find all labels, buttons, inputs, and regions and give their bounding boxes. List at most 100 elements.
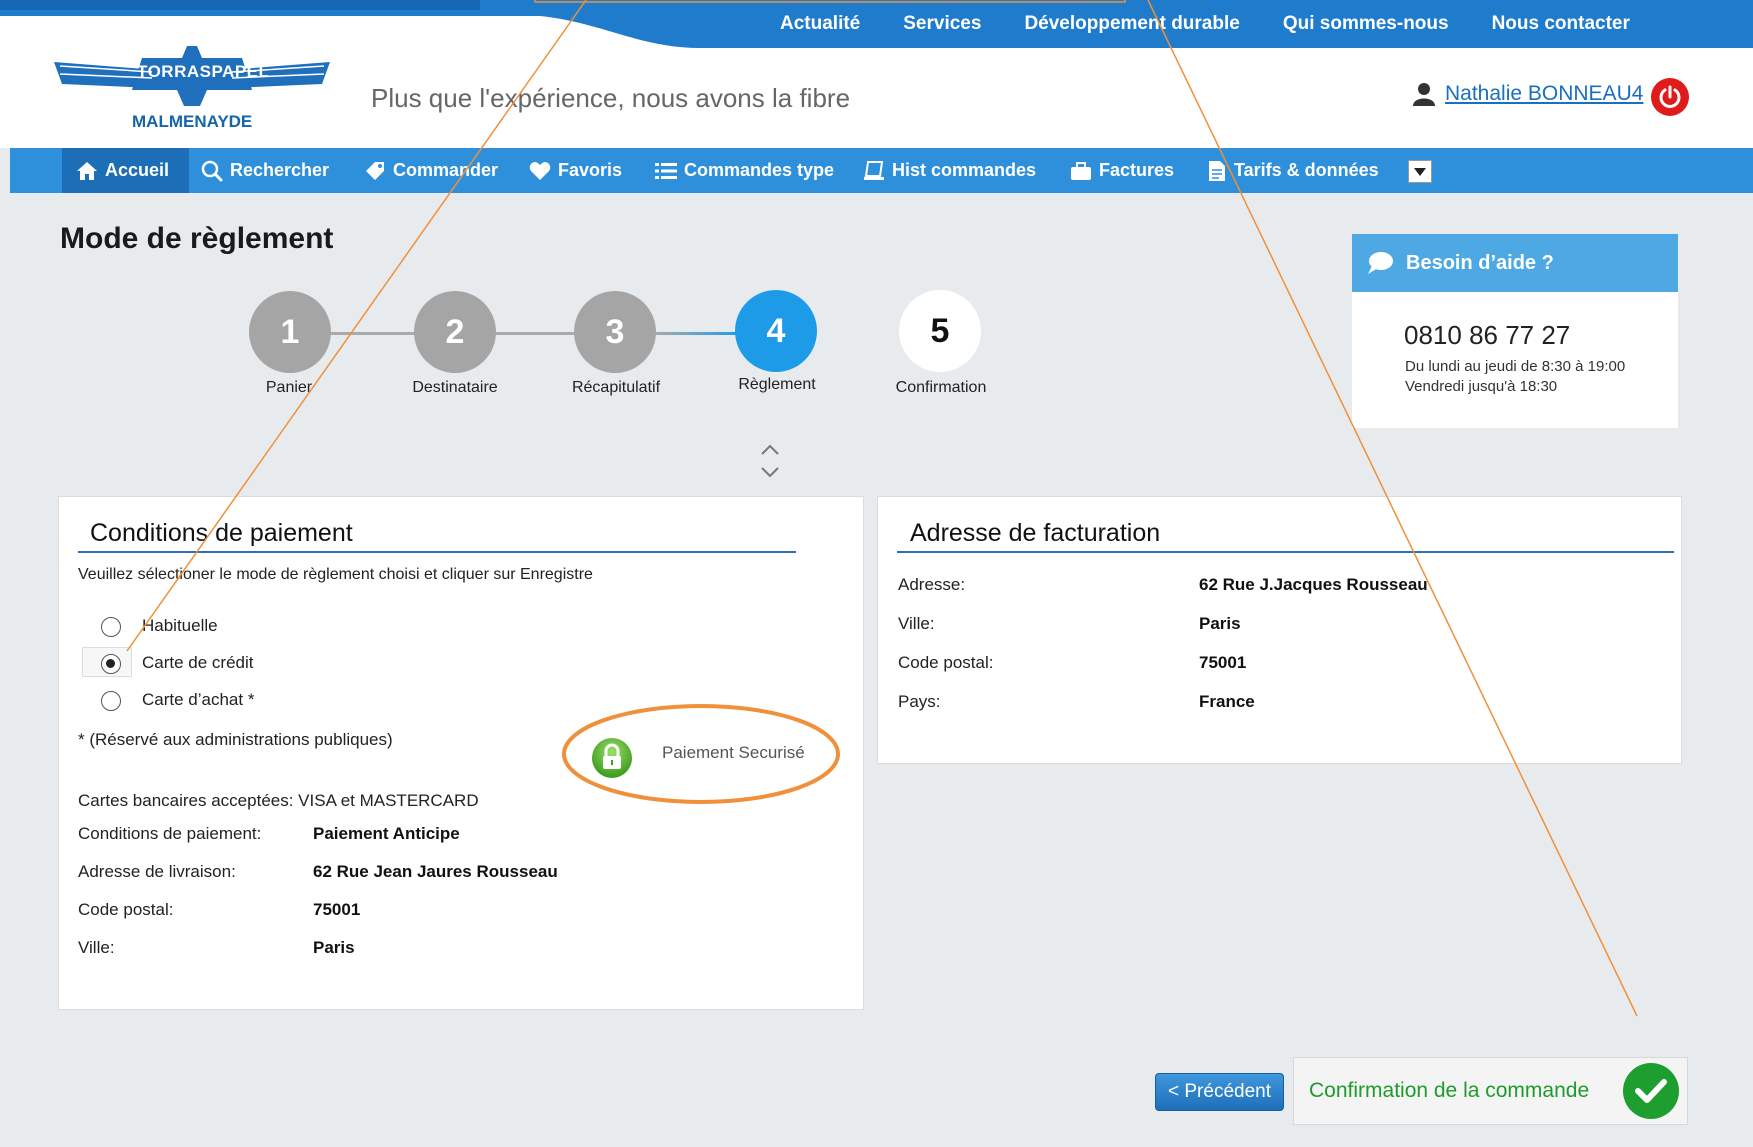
confirm-order-button[interactable]: Confirmation de la commande <box>1293 1057 1688 1125</box>
radio-carte-d-achat-label[interactable]: Carte d’achat * <box>142 690 254 710</box>
logo-brand-top: TORRASPAPEL <box>137 62 270 81</box>
payment-conditions-panel: Conditions de paiement Veuillez sélectio… <box>58 496 864 1010</box>
radio-habituelle[interactable] <box>101 617 121 637</box>
logout-button[interactable] <box>1651 78 1689 116</box>
accepted-cards: Cartes bancaires acceptées: VISA et MAST… <box>78 791 479 810</box>
help-hours-weekdays: Du lundi au jeudi de 8:30 à 19:00 <box>1405 358 1626 375</box>
billing-label: Code postal: <box>898 653 994 672</box>
heart-icon <box>529 161 551 180</box>
help-header: Besoin d’aide ? <box>1352 234 1678 292</box>
step-2-circle[interactable]: 2 <box>414 291 496 373</box>
top-nav-services[interactable]: Services <box>903 13 981 35</box>
billing-label: Ville: <box>898 614 935 633</box>
top-navigation: Actualité Services Développement durable… <box>780 13 1673 35</box>
step-1-circle[interactable]: 1 <box>249 291 331 373</box>
nav-favoris-label: Favoris <box>558 160 623 180</box>
payment-panel-title: Conditions de paiement <box>90 519 353 547</box>
detail-label: Adresse de livraison: <box>78 862 236 881</box>
nav-commander[interactable]: Commander <box>364 148 498 193</box>
logo-brand-bottom: MALMENAYDE <box>132 112 253 131</box>
main-navigation: Accueil Rechercher Commander Favoris Com… <box>10 148 1753 193</box>
previous-button[interactable]: < Précédent <box>1155 1073 1284 1111</box>
detail-value: Paiement Anticipe <box>313 824 460 843</box>
user-icon <box>1413 83 1435 106</box>
detail-label: Ville: <box>78 938 115 957</box>
public-administration-note: * (Réservé aux administrations publiques… <box>78 730 393 749</box>
detail-label: Code postal: <box>78 900 174 919</box>
lock-icon <box>592 738 632 778</box>
step-5-label: Confirmation <box>895 379 987 396</box>
billing-label: Pays: <box>898 692 941 711</box>
top-nav-nous-contacter[interactable]: Nous contacter <box>1492 13 1630 35</box>
step-2-label: Destinataire <box>412 379 498 396</box>
nav-commandes-type[interactable]: Commandes type <box>655 148 834 193</box>
nav-factures[interactable]: Factures <box>1070 148 1174 193</box>
document-icon <box>1209 160 1225 181</box>
billing-address-panel: Adresse de facturation Adresse: 62 Rue J… <box>877 496 1682 764</box>
nav-rechercher[interactable]: Rechercher <box>201 148 329 193</box>
nav-commander-label: Commander <box>393 160 499 180</box>
nav-more-dropdown[interactable] <box>1408 160 1432 183</box>
radio-habituelle-label[interactable]: Habituelle <box>142 616 218 636</box>
help-box: Besoin d’aide ? 0810 86 77 27 Du lundi a… <box>1352 234 1678 428</box>
nav-hist-commandes[interactable]: Hist commandes <box>863 148 1036 193</box>
billing-value: 62 Rue J.Jacques Rousseau <box>1199 575 1428 594</box>
payment-panel-rule <box>78 551 796 553</box>
chat-bubble-icon <box>1368 252 1393 274</box>
nav-tarifs-donnees-label: Tarifs & données <box>1234 160 1379 180</box>
briefcase-icon <box>1071 161 1091 180</box>
nav-favoris[interactable]: Favoris <box>529 148 622 193</box>
help-title: Besoin d’aide ? <box>1406 251 1554 274</box>
detail-value: 62 Rue Jean Jaures Rousseau <box>313 862 558 881</box>
billing-panel-rule <box>897 551 1674 553</box>
detail-value: Paris <box>313 938 355 957</box>
step-3-circle[interactable]: 3 <box>574 291 656 373</box>
scroll-toggle-icon[interactable] <box>757 440 783 482</box>
radio-carte-de-credit-label[interactable]: Carte de crédit <box>142 653 254 673</box>
nav-commandes-type-label: Commandes type <box>684 160 835 180</box>
tag-icon <box>366 161 384 180</box>
step-5-circle: 5 <box>899 290 981 372</box>
detail-value: 75001 <box>313 900 361 919</box>
nav-tarifs-donnees[interactable]: Tarifs & données <box>1207 148 1379 193</box>
nav-accueil[interactable]: Accueil <box>62 148 189 193</box>
site-tagline: Plus que l'expérience, nous avons la fib… <box>371 83 851 113</box>
nav-hist-commandes-label: Hist commandes <box>892 160 1037 180</box>
page-title: Mode de règlement <box>60 222 334 255</box>
user-account: Nathalie BONNEAU4 <box>1413 82 1643 106</box>
user-name-link[interactable]: Nathalie BONNEAU4 <box>1445 82 1643 106</box>
step-3-label: Récapitulatif <box>571 379 661 396</box>
list-icon <box>655 162 677 179</box>
search-icon <box>201 160 223 181</box>
billing-value: Paris <box>1199 614 1241 633</box>
step-1-label: Panier <box>265 379 313 396</box>
step-connector <box>655 332 739 335</box>
nav-accueil-label: Accueil <box>105 160 170 180</box>
step-connector <box>494 332 574 335</box>
detail-label: Conditions de paiement: <box>78 824 262 843</box>
billing-panel-title: Adresse de facturation <box>910 519 1161 547</box>
site-header: Actualité Services Développement durable… <box>0 0 1753 148</box>
top-nav-qui-sommes-nous[interactable]: Qui sommes-nous <box>1283 13 1449 35</box>
help-phone: 0810 86 77 27 <box>1404 320 1571 350</box>
top-nav-actualite[interactable]: Actualité <box>780 13 860 35</box>
site-logo[interactable]: TORRASPAPEL MALMENAYDE <box>52 44 332 136</box>
history-icon <box>864 160 884 180</box>
nav-rechercher-label: Rechercher <box>230 160 330 180</box>
billing-value: 75001 <box>1199 653 1247 672</box>
billing-label: Adresse: <box>898 575 966 594</box>
nav-factures-label: Factures <box>1099 160 1175 180</box>
step-4-circle: 4 <box>735 290 817 372</box>
confirm-order-label: Confirmation de la commande <box>1309 1079 1590 1102</box>
top-nav-developpement-durable[interactable]: Développement durable <box>1024 13 1239 35</box>
checkmark-icon <box>1623 1063 1679 1119</box>
payment-instruction: Veuillez sélectioner le mode de règlemen… <box>78 566 593 583</box>
power-icon <box>1659 85 1681 108</box>
step-4-label: Règlement <box>738 376 816 393</box>
home-icon <box>77 161 97 180</box>
triangle-down-icon <box>1414 167 1426 176</box>
help-hours-friday: Vendredi jusqu'à 18:30 <box>1405 378 1558 395</box>
billing-value: France <box>1199 692 1255 711</box>
radio-carte-d-achat[interactable] <box>101 691 121 711</box>
radio-carte-de-credit[interactable] <box>101 654 121 674</box>
